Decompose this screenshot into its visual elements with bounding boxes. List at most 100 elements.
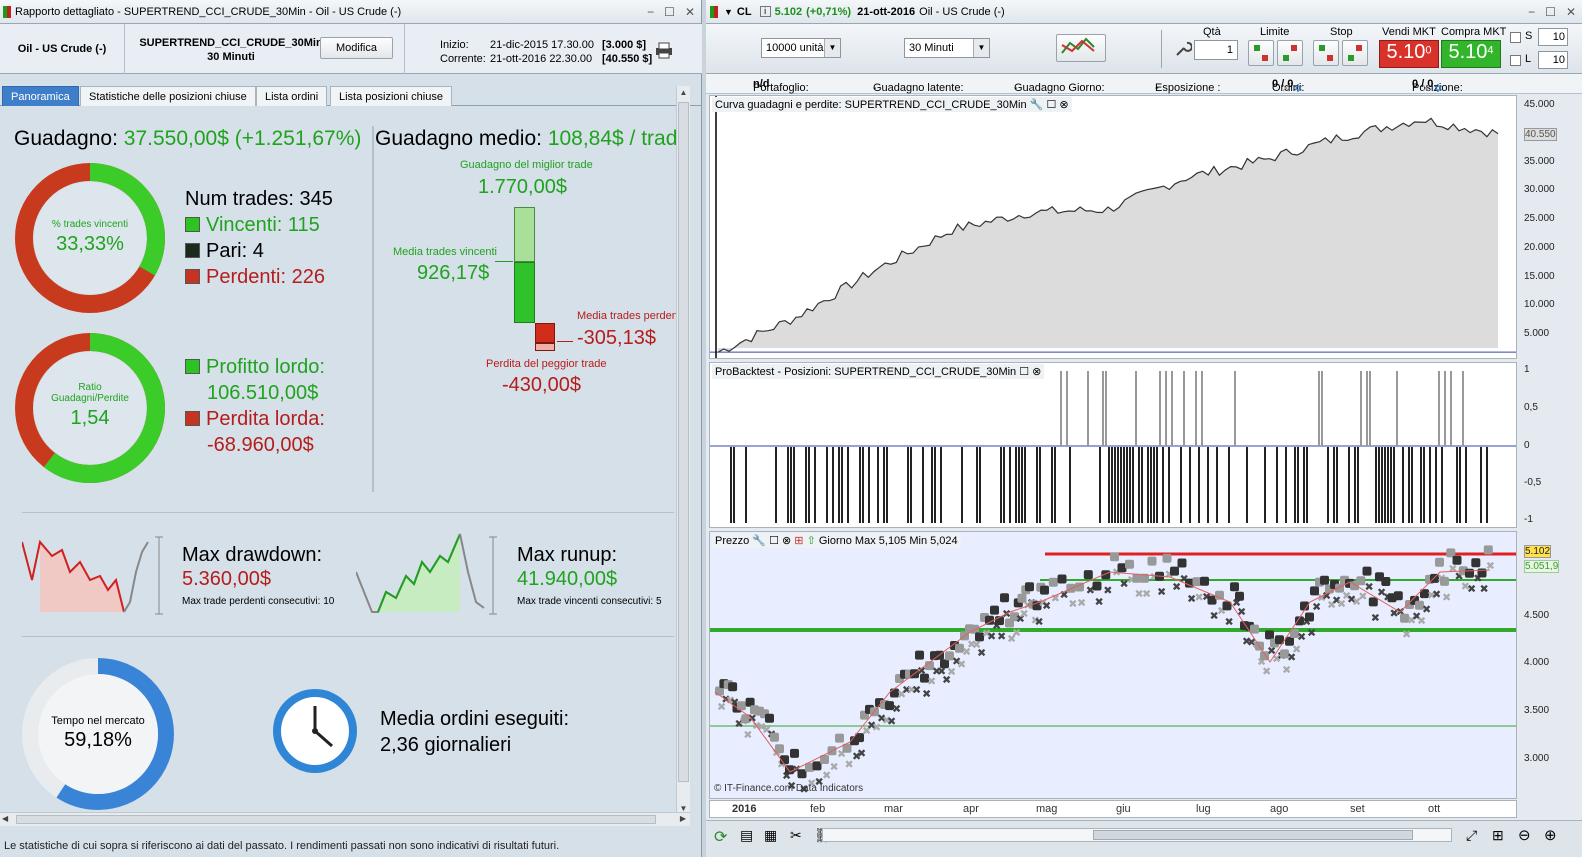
report-header: Oil - US Crude (-) SUPERTREND_CCI_CRUDE_… — [0, 24, 702, 74]
timeframe-select[interactable]: 30 Minuti ▼ — [904, 38, 990, 58]
runup-value: 41.940,00$ — [517, 568, 618, 590]
arrow-up-icon[interactable]: ⇧ — [807, 535, 816, 547]
trade-marker — [1305, 612, 1314, 622]
buy-mkt-button[interactable]: 5.104 — [1441, 40, 1501, 68]
losers-swatch — [185, 269, 200, 284]
runup-label: Max runup: — [517, 544, 618, 566]
trade-marker — [1393, 591, 1403, 601]
short-bar — [1150, 447, 1152, 523]
close-icon[interactable]: ⊗ — [1032, 366, 1041, 378]
long-bar — [1102, 371, 1104, 446]
wrench-icon[interactable]: 🔧 — [752, 535, 766, 547]
ratio-value: 1,54 — [70, 407, 110, 429]
short-bar — [859, 447, 861, 523]
plus-icon[interactable]: ⊞ — [794, 535, 803, 547]
short-bar — [832, 447, 834, 523]
quantity-select[interactable]: 10000 unità ▼ — [761, 38, 841, 58]
refresh-chart-icon[interactable]: ⟳ — [714, 827, 727, 847]
month-label: feb — [810, 803, 826, 815]
window-icon[interactable]: ☐ — [769, 535, 779, 547]
equity-tick: 15.000 — [1524, 271, 1555, 282]
tab-order-list[interactable]: Lista ordini — [256, 86, 328, 106]
indicators-button[interactable] — [1056, 34, 1106, 62]
drawdown-label: Max drawdown: — [182, 544, 323, 566]
short-bar — [877, 447, 879, 523]
trade-marker — [1452, 555, 1462, 565]
trade-marker — [1025, 582, 1034, 592]
close-icon[interactable]: ⊗ — [1059, 99, 1068, 111]
zoom-in-icon[interactable]: ⊕ — [1544, 826, 1557, 844]
s-input[interactable]: 10 — [1538, 28, 1568, 46]
zoom-out-icon[interactable]: ⊖ — [1518, 826, 1531, 844]
window-icon[interactable]: ☐ — [1046, 99, 1056, 111]
chart-horizontal-scrollbar[interactable] — [822, 828, 1452, 842]
l-checkbox[interactable] — [1510, 55, 1521, 66]
positions-close-icon[interactable]: ✕ — [1421, 82, 1430, 95]
gross-profit-label-line: Profitto lordo: — [185, 354, 325, 380]
report-horizontal-scrollbar[interactable]: ◀ ▶ — [0, 812, 690, 826]
even-value: 4 — [252, 240, 264, 262]
edit-button[interactable]: Modifica — [320, 37, 393, 59]
sell-mkt-label: Vendi MKT — [1382, 26, 1436, 38]
l-input[interactable]: 10 — [1538, 51, 1568, 69]
sell-mkt-button[interactable]: 5.100 — [1379, 40, 1439, 68]
limit-sell-button[interactable] — [1277, 40, 1303, 66]
layout-icon[interactable]: ▤ — [740, 827, 753, 844]
stop-buy-button[interactable] — [1313, 40, 1339, 66]
positions-line: Posizione: 0 ✕ / 0 ✲ — [1412, 78, 1463, 95]
minimize-icon[interactable]: − — [1528, 5, 1535, 19]
zoom-fit-icon[interactable]: ⤢ — [1466, 827, 1477, 844]
short-bar — [931, 447, 933, 523]
stop-sell-button[interactable] — [1342, 40, 1368, 66]
trade-marker — [1000, 593, 1009, 603]
close-icon[interactable]: ⊗ — [782, 535, 791, 547]
limit-buy-button[interactable] — [1248, 40, 1274, 66]
short-bar — [826, 447, 828, 523]
tab-overview[interactable]: Panoramica — [2, 86, 79, 106]
window-icon[interactable]: ☐ — [1019, 366, 1029, 378]
gear-icon[interactable]: ✲ — [1433, 82, 1442, 95]
price-panel: Prezzo 🔧 ☐ ⊗ ⊞ ⇧ Giorno Max 5,105 Min 5,… — [709, 531, 1517, 799]
report-vertical-scrollbar[interactable]: ▲ ▼ — [676, 86, 690, 814]
maximize-icon[interactable]: ☐ — [664, 5, 675, 19]
print-icon[interactable] — [654, 41, 674, 59]
tab-closed-stats[interactable]: Statistiche delle posizioni chiuse — [80, 86, 256, 106]
best-trade-value: 1.770,00$ — [478, 176, 567, 198]
tab-closed-positions[interactable]: Lista posizioni chiuse — [330, 86, 452, 106]
worst-trade-label: Perdita del peggior trade — [486, 358, 607, 370]
start-value: [3.000 $] — [602, 39, 647, 51]
scissors-icon[interactable]: ✂ — [790, 827, 802, 844]
qta-input[interactable]: 1 — [1194, 40, 1238, 60]
trade-marker — [1162, 553, 1172, 563]
info-icon[interactable]: i — [759, 6, 771, 17]
short-bar — [1132, 447, 1134, 523]
orders-close-icon[interactable]: ✕ — [1281, 82, 1290, 95]
long-bar — [1462, 371, 1464, 446]
clipboard-icon[interactable]: ▦ — [764, 827, 777, 844]
chevron-down-icon[interactable]: ▼ — [724, 7, 733, 17]
period-info: Inizio: 21-dic-2015 17.30.00 [3.000 $] Cor… — [440, 38, 652, 66]
close-icon[interactable]: ✕ — [1566, 5, 1576, 19]
positions-chart — [710, 371, 1516, 523]
s-checkbox[interactable] — [1510, 32, 1521, 43]
gear-icon[interactable]: ✲ — [1293, 82, 1302, 95]
zoom-auto-icon[interactable]: ⊞ — [1492, 827, 1504, 844]
maximize-icon[interactable]: ☐ — [1545, 5, 1556, 19]
wrench-icon[interactable]: 🔧 — [1030, 99, 1044, 111]
close-icon[interactable]: ✕ — [685, 5, 695, 19]
l-label: L — [1525, 53, 1532, 65]
report-titlebar: Rapporto dettagliato - SUPERTREND_CCI_CR… — [0, 0, 701, 24]
drawdown-sparkline — [22, 536, 163, 615]
equity-tick: 45.000 — [1524, 99, 1555, 110]
short-bar — [1294, 447, 1296, 523]
exposure-value: - — [1155, 82, 1159, 94]
short-bar — [1018, 447, 1020, 523]
start-date: 21-dic-2015 17.30.00 — [490, 39, 594, 51]
chart-bottom-toolbar: ⟳ ▤ ▦ ✂ ⛓ ⤢ ⊞ ⊖ ⊕ — [706, 820, 1582, 857]
short-bar — [1303, 447, 1305, 523]
short-bar — [1246, 447, 1248, 523]
minimize-icon[interactable]: − — [647, 5, 654, 19]
trade-marker — [1235, 591, 1244, 601]
wrench-icon[interactable] — [1174, 40, 1192, 58]
positions-title-text: ProBacktest - Posizioni: SUPERTREND_CCI_… — [715, 366, 1017, 378]
